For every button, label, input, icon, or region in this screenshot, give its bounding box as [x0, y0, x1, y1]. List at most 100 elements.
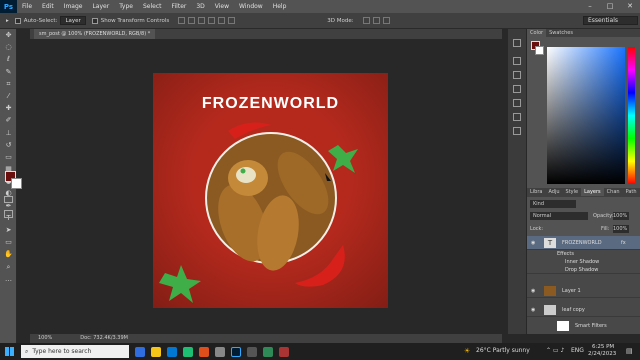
tab-adjustments[interactable]: Adju	[545, 188, 562, 196]
file-explorer-icon[interactable]	[151, 346, 161, 357]
menu-edit[interactable]: Edit	[37, 0, 59, 13]
align-right-icon[interactable]	[228, 17, 236, 24]
language-indicator[interactable]: ENG	[571, 347, 584, 354]
minimize-button[interactable]: –	[580, 0, 600, 13]
blend-mode-dropdown[interactable]: Normal	[530, 212, 588, 220]
align-left-icon[interactable]	[208, 17, 216, 24]
taskview-icon[interactable]	[135, 346, 145, 357]
shape-tool-icon[interactable]: ▭	[0, 236, 17, 248]
marquee-tool-icon[interactable]: ◌	[0, 41, 17, 53]
align-center-icon[interactable]	[218, 17, 226, 24]
move-tool-icon[interactable]: ▸	[6, 18, 9, 24]
history-panel-icon[interactable]	[513, 39, 521, 47]
layer-row-smart-filters[interactable]: Smart Filters	[527, 319, 640, 333]
workspace-switcher[interactable]: Essentials	[583, 16, 638, 25]
menu-help[interactable]: Help	[268, 0, 292, 13]
document-tab[interactable]: sm_post @ 100% (FROZENWORLD, RGB/8) *	[34, 29, 156, 39]
menu-select[interactable]: Select	[138, 0, 167, 13]
fill-input[interactable]: 100%	[613, 225, 629, 233]
info-panel-icon[interactable]	[513, 71, 521, 79]
path-select-tool-icon[interactable]: ➤	[0, 224, 17, 236]
properties-panel-icon[interactable]	[513, 57, 521, 65]
character-panel-icon[interactable]	[513, 99, 521, 107]
quick-select-tool-icon[interactable]: ✎	[0, 66, 17, 78]
tab-swatches[interactable]: Swatches	[546, 29, 576, 37]
effect-drop-shadow[interactable]: Drop Shadow	[527, 266, 640, 274]
photoshop-logo[interactable]: Ps	[0, 0, 17, 13]
taskbar-search-input[interactable]: ⌕ Type here to search	[21, 345, 129, 358]
tab-channels[interactable]: Chan	[604, 188, 623, 196]
zoom-level[interactable]: 100%	[38, 334, 52, 343]
weather-text[interactable]: 26°C Partly sunny	[476, 347, 530, 354]
3d-rotate-icon[interactable]	[362, 17, 370, 24]
layer-effects-row[interactable]: Effects	[527, 250, 640, 258]
auto-select-checkbox[interactable]	[14, 17, 21, 24]
3d-roll-icon[interactable]	[372, 17, 380, 24]
eraser-tool-icon[interactable]: ▭	[0, 151, 17, 163]
color-bg-swatch[interactable]	[535, 46, 544, 55]
brush-tool-icon[interactable]: ✐	[0, 114, 17, 126]
edit-toolbar-icon[interactable]: …	[0, 273, 17, 285]
tab-paths[interactable]: Path	[623, 188, 640, 196]
layer-row-frozenworld[interactable]: ◉ T FROZENWORLD fx	[527, 236, 640, 250]
photoshop-taskbar-icon[interactable]	[231, 346, 241, 357]
layer-row-layer-1[interactable]: ◉ Layer 1	[527, 284, 640, 298]
menu-filter[interactable]: Filter	[167, 0, 192, 13]
layer-filter-kind[interactable]: Kind	[530, 200, 576, 208]
menu-type[interactable]: Type	[114, 0, 138, 13]
visibility-eye-icon[interactable]: ◉	[531, 284, 535, 298]
paragraph-panel-icon[interactable]	[513, 113, 521, 121]
tab-libraries[interactable]: Libra	[527, 188, 545, 196]
clock-time[interactable]: 6:25 PM	[592, 344, 614, 350]
tab-styles[interactable]: Style	[563, 188, 582, 196]
windows-start-icon[interactable]	[5, 347, 14, 356]
hue-slider[interactable]	[628, 47, 635, 184]
artboard[interactable]: FROZENWORLD	[153, 73, 388, 308]
app-icon[interactable]	[263, 346, 273, 357]
tab-color[interactable]: Color	[527, 29, 547, 37]
align-middle-icon[interactable]	[188, 17, 196, 24]
menu-window[interactable]: Window	[234, 0, 268, 13]
zoom-tool-icon[interactable]: ⌕	[0, 261, 17, 273]
effect-inner-shadow[interactable]: Inner Shadow	[527, 258, 640, 266]
opacity-input[interactable]: 100%	[613, 212, 629, 220]
notification-icon[interactable]: ▤	[626, 347, 633, 355]
firefox-icon[interactable]	[199, 346, 209, 357]
chrome-icon[interactable]	[183, 346, 193, 357]
app-icon[interactable]	[279, 346, 289, 357]
layer-row-leaf-copy[interactable]: ◉ leaf copy	[527, 303, 640, 317]
menu-image[interactable]: Image	[59, 0, 88, 13]
clock-date[interactable]: 2/24/2023	[588, 351, 616, 357]
close-button[interactable]: ✕	[620, 0, 640, 13]
app-icon[interactable]	[247, 346, 257, 357]
move-tool-icon[interactable]: ✥	[0, 29, 17, 41]
hand-tool-icon[interactable]: ✋	[0, 248, 17, 260]
stamp-tool-icon[interactable]: ⊥	[0, 127, 17, 139]
menu-layer[interactable]: Layer	[87, 0, 114, 13]
background-color-swatch[interactable]	[11, 178, 22, 189]
brush-panel-icon[interactable]	[513, 85, 521, 93]
align-bottom-icon[interactable]	[198, 17, 206, 24]
clone-source-panel-icon[interactable]	[513, 127, 521, 135]
maximize-button[interactable]: □	[600, 0, 620, 13]
align-top-icon[interactable]	[178, 17, 186, 24]
edge-icon[interactable]	[167, 346, 177, 357]
screen-mode-icon[interactable]	[4, 210, 13, 218]
eyedropper-tool-icon[interactable]: ⁄	[0, 90, 17, 102]
store-icon[interactable]	[215, 346, 225, 357]
healing-tool-icon[interactable]: ✚	[0, 102, 17, 114]
history-brush-icon[interactable]: ↺	[0, 139, 17, 151]
crop-tool-icon[interactable]: ⌗	[0, 78, 17, 90]
tray-icons[interactable]: ⌃ ▭ ♪	[546, 347, 564, 354]
lasso-tool-icon[interactable]: ℓ	[0, 53, 17, 65]
visibility-eye-icon[interactable]: ◉	[531, 236, 535, 250]
visibility-eye-icon[interactable]: ◉	[531, 303, 535, 317]
tab-layers[interactable]: Layers	[581, 188, 604, 196]
color-field[interactable]	[547, 47, 625, 184]
menu-file[interactable]: File	[17, 0, 37, 13]
quick-mask-icon[interactable]	[4, 196, 13, 203]
auto-select-dropdown[interactable]: Layer	[60, 16, 86, 25]
menu-3d[interactable]: 3D	[191, 0, 209, 13]
3d-drag-icon[interactable]	[382, 17, 390, 24]
menu-view[interactable]: View	[210, 0, 234, 13]
